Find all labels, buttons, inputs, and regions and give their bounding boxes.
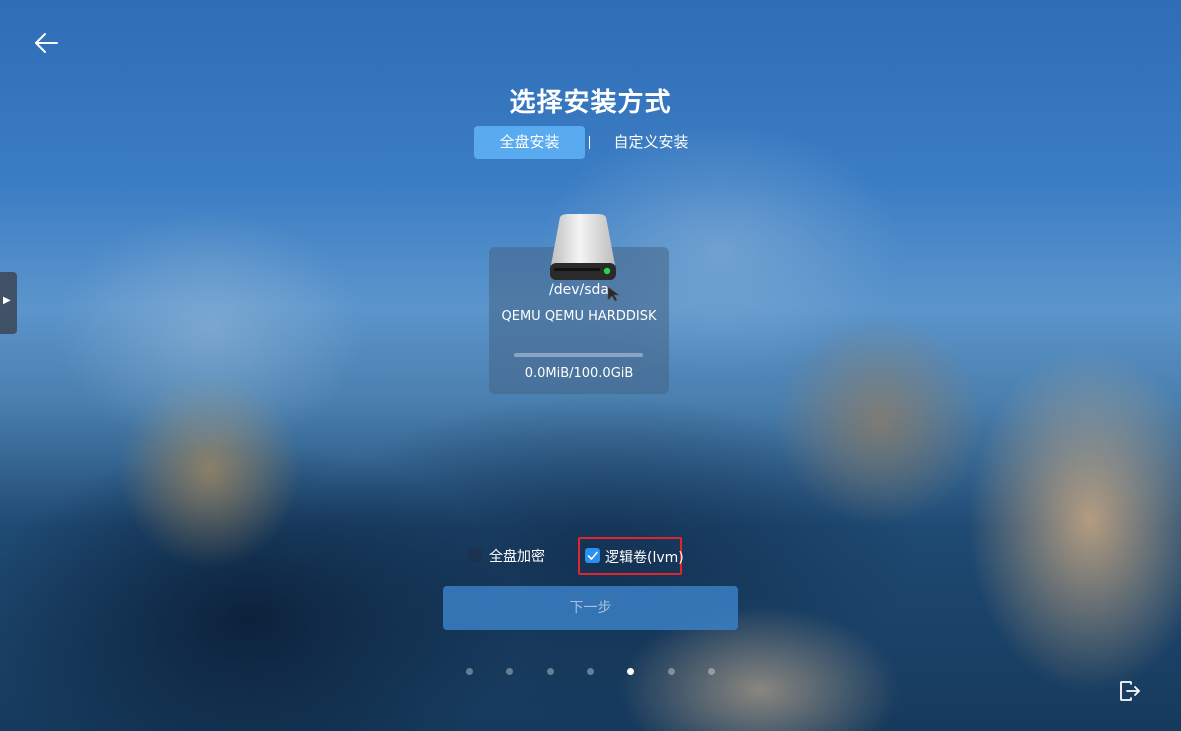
install-mode-tabs: 全盘安装 自定义安装 — [474, 126, 714, 159]
page-dot[interactable] — [708, 668, 715, 675]
page-dot[interactable] — [466, 668, 473, 675]
disk-model: QEMU QEMU HARDDISK — [501, 309, 657, 324]
tab-divider — [589, 136, 590, 149]
lvm-checkbox[interactable] — [585, 548, 600, 563]
page-dot[interactable] — [587, 668, 594, 675]
checkmark-icon — [587, 551, 598, 560]
play-icon: ▶ — [3, 295, 11, 306]
page-indicator — [466, 668, 726, 678]
page-title: 选择安装方式 — [509, 88, 672, 118]
exit-icon — [1120, 681, 1140, 701]
encrypt-checkbox[interactable] — [468, 548, 482, 562]
encrypt-label: 全盘加密 — [489, 549, 545, 565]
lvm-label: 逻辑卷(lvm) — [605, 550, 684, 566]
side-panel-handle[interactable]: ▶ — [0, 272, 17, 334]
disk-path: /dev/sda — [549, 282, 609, 298]
exit-button[interactable] — [1118, 679, 1142, 703]
disk-usage-bar — [514, 353, 643, 357]
arrow-left-icon — [35, 33, 58, 53]
tab-full-disk[interactable]: 全盘安装 — [474, 126, 585, 159]
page-dot[interactable] — [627, 668, 634, 675]
back-button[interactable] — [30, 28, 62, 58]
tab-custom[interactable]: 自定义安装 — [596, 126, 706, 159]
next-button[interactable]: 下一步 — [443, 586, 738, 630]
mouse-cursor-icon — [607, 286, 621, 302]
page-dot[interactable] — [506, 668, 513, 675]
page-dot[interactable] — [547, 668, 554, 675]
page-dot[interactable] — [668, 668, 675, 675]
lvm-option[interactable]: 逻辑卷(lvm) — [578, 537, 684, 575]
hard-disk-icon — [548, 213, 618, 283]
disk-size: 0.0MiB/100.0GiB — [524, 366, 634, 381]
